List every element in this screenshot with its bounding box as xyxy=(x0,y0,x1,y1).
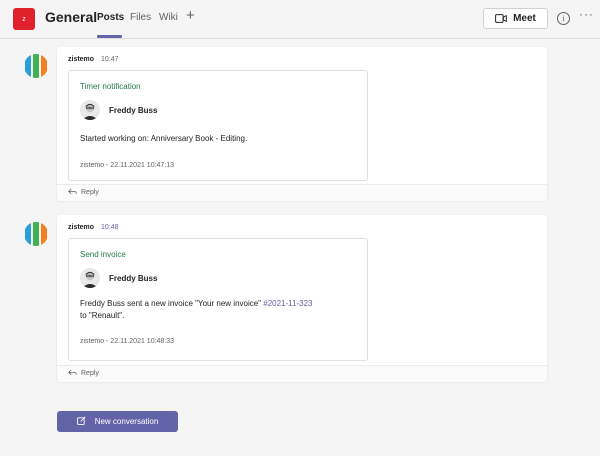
team-logo-letter: z xyxy=(22,15,26,23)
card-title: Send invoice xyxy=(80,250,126,259)
video-camera-icon xyxy=(495,14,507,23)
person-name: Freddy Buss xyxy=(109,274,158,283)
info-symbol: i xyxy=(562,14,565,23)
post-timestamp: 10:47 xyxy=(101,56,119,63)
reply-arrow-icon xyxy=(68,369,77,378)
post-timestamp[interactable]: 10:48 xyxy=(101,224,119,231)
card-footer: zistemo - 22.11.2021 10:48:33 xyxy=(80,338,175,345)
meet-label: Meet xyxy=(513,13,536,24)
person-name: Freddy Buss xyxy=(109,106,158,115)
reply-bar[interactable]: Reply xyxy=(57,184,547,201)
card-title: Timer notification xyxy=(80,82,141,91)
person-avatar xyxy=(80,268,100,288)
post-header: zistemo 10:48 xyxy=(68,224,119,231)
card-text: Freddy Buss sent a new invoice "Your new… xyxy=(80,298,365,322)
post-author[interactable]: zistemo xyxy=(68,224,94,231)
person-avatar xyxy=(80,100,100,120)
card-footer: zistemo - 22.11.2021 10:47:13 xyxy=(80,162,175,169)
channel-header: z General Posts Files Wiki + Meet i ··· xyxy=(0,0,600,39)
team-logo[interactable]: z xyxy=(13,8,35,30)
post-header: zistemo 10:47 xyxy=(68,56,119,63)
new-conversation-label: New conversation xyxy=(94,417,159,426)
post-message: zistemo 10:48 Send invoice Freddy Buss F… xyxy=(57,215,547,382)
adaptive-card: Timer notification Freddy Buss Started w… xyxy=(68,70,368,181)
meet-button[interactable]: Meet xyxy=(483,8,548,29)
tab-wiki[interactable]: Wiki xyxy=(159,12,178,23)
reply-button[interactable]: Reply xyxy=(68,188,99,197)
tab-posts[interactable]: Posts xyxy=(97,12,124,23)
compose-icon xyxy=(76,416,86,427)
card-text: Started working on: Anniversary Book - E… xyxy=(80,134,248,143)
add-tab-button[interactable]: + xyxy=(186,8,195,23)
channel-name: General xyxy=(45,9,98,25)
reply-arrow-icon xyxy=(68,188,77,197)
card-text-end: to "Renault". xyxy=(80,311,125,320)
active-tab-indicator xyxy=(97,35,122,38)
reply-bar[interactable]: Reply xyxy=(57,365,547,382)
tab-files[interactable]: Files xyxy=(130,12,151,23)
bot-avatar[interactable] xyxy=(24,222,48,246)
adaptive-card: Send invoice Freddy Buss Freddy Buss sen… xyxy=(68,238,368,361)
invoice-link[interactable]: #2021-11-323 xyxy=(263,299,312,308)
post-message: zistemo 10:47 Timer notification Freddy … xyxy=(57,47,547,201)
reply-label: Reply xyxy=(81,370,99,377)
card-text-start: Freddy Buss sent a new invoice "Your new… xyxy=(80,299,264,308)
reply-label: Reply xyxy=(81,189,99,196)
post-author[interactable]: zistemo xyxy=(68,56,94,63)
bot-avatar[interactable] xyxy=(24,54,48,78)
info-icon[interactable]: i xyxy=(557,12,570,25)
new-conversation-button[interactable]: New conversation xyxy=(57,411,178,432)
reply-button[interactable]: Reply xyxy=(68,369,99,378)
more-options-icon[interactable]: ··· xyxy=(579,7,594,21)
